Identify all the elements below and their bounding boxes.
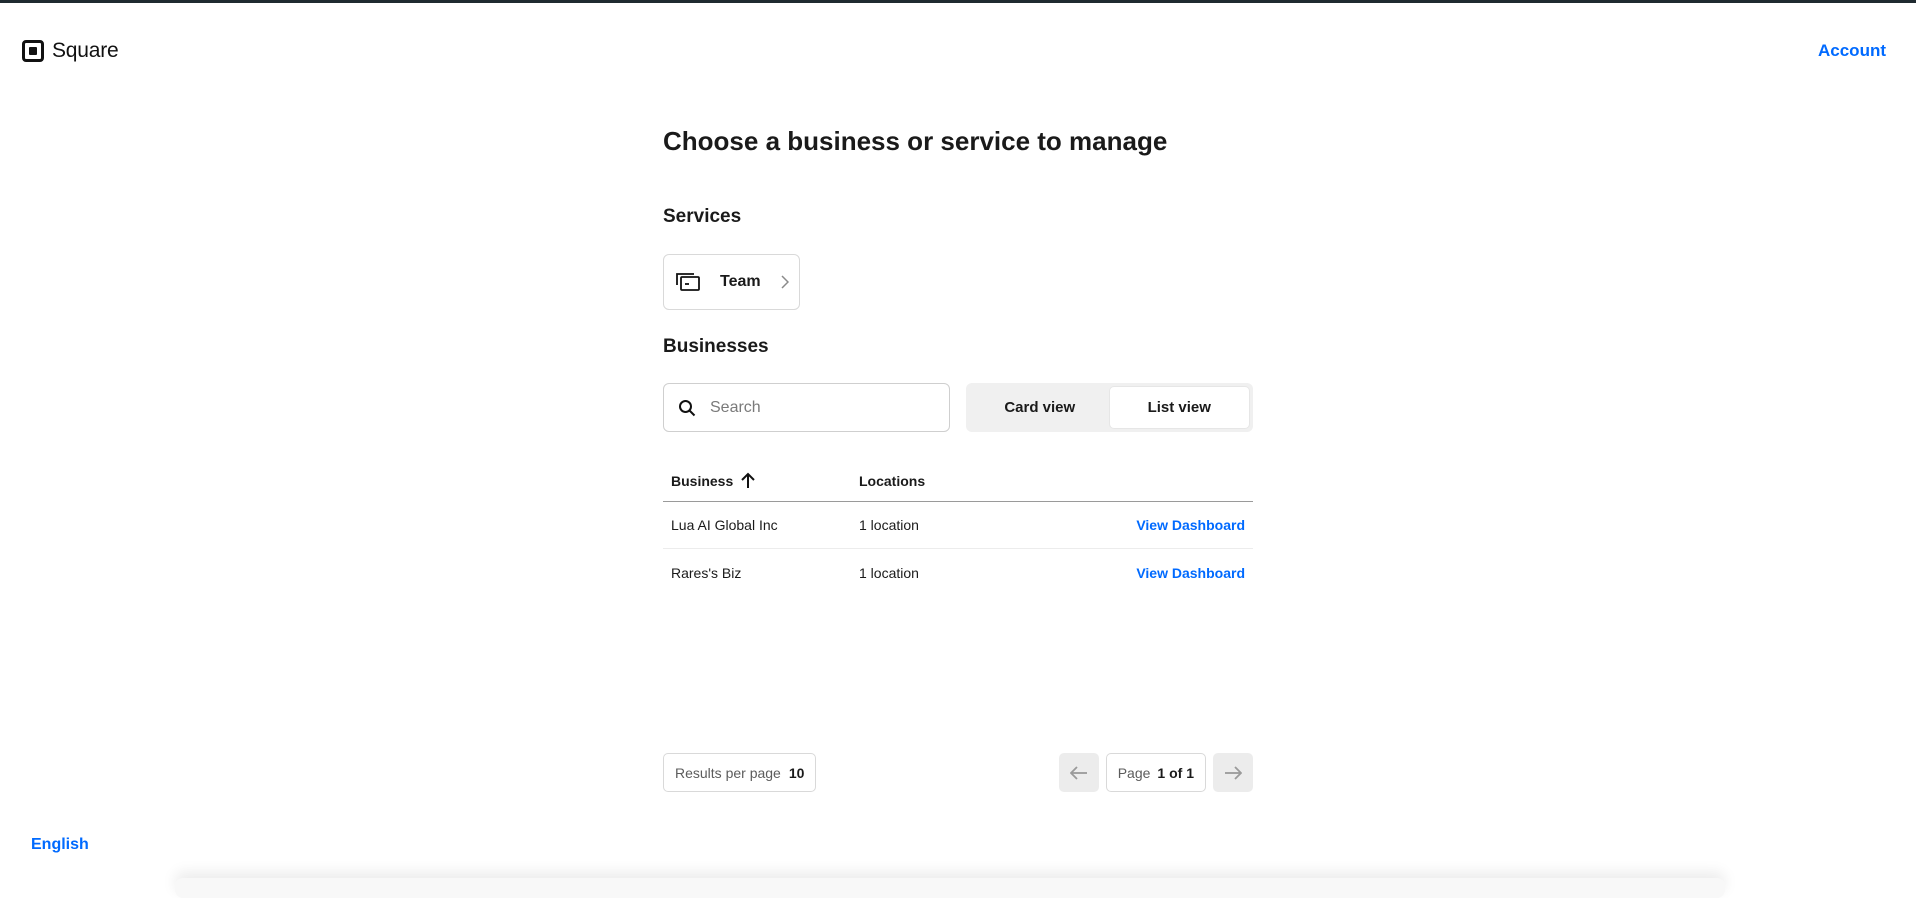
arrow-right-icon xyxy=(1225,765,1242,780)
business-name: Lua AI Global Inc xyxy=(671,517,778,533)
brand-name: Square xyxy=(52,39,119,62)
location-count: 1 location xyxy=(859,517,919,533)
search-input[interactable] xyxy=(710,398,930,417)
bottom-panel-edge xyxy=(175,878,1725,898)
search-box[interactable] xyxy=(663,383,950,432)
business-name: Rares's Biz xyxy=(671,564,742,581)
view-dashboard-link[interactable]: View Dashboard xyxy=(1136,565,1245,581)
next-page-button[interactable] xyxy=(1213,753,1253,792)
page-label: Page xyxy=(1117,764,1151,781)
table-header: Business Locations xyxy=(663,460,1253,502)
service-card-team[interactable]: Team xyxy=(663,254,800,310)
locations-column-header: Locations xyxy=(859,472,926,489)
account-link[interactable]: Account xyxy=(1818,41,1886,61)
results-per-page-value: 10 xyxy=(788,764,805,781)
results-per-page-label: Results per page xyxy=(675,764,781,781)
pagination: Page 1 of 1 xyxy=(1058,753,1253,792)
top-border xyxy=(0,0,1916,3)
square-logo[interactable]: Square xyxy=(22,39,119,63)
view-dashboard-link[interactable]: View Dashboard xyxy=(1136,517,1245,533)
chevron-right-icon xyxy=(781,275,789,289)
results-per-page-select[interactable]: Results per page 10 xyxy=(663,753,817,792)
square-logo-icon xyxy=(22,40,44,62)
page-title: Choose a business or service to manage xyxy=(663,126,1168,156)
arrow-left-icon xyxy=(1069,765,1087,780)
page-indicator[interactable]: Page 1 of 1 xyxy=(1105,753,1206,792)
team-icon xyxy=(676,273,700,291)
location-count: 1 location xyxy=(859,564,919,581)
service-card-label: Team xyxy=(720,273,761,290)
view-toggle: Card view List view xyxy=(966,383,1253,432)
services-heading: Services xyxy=(663,206,742,227)
businesses-heading: Businesses xyxy=(663,336,769,357)
table-row: Lua AI Global Inc 1 location View Dashbo… xyxy=(663,502,1253,549)
page-value: 1 of 1 xyxy=(1157,764,1194,781)
business-column-label: Business xyxy=(671,472,734,489)
card-view-option[interactable]: Card view xyxy=(970,387,1110,428)
list-view-option[interactable]: List view xyxy=(1109,387,1249,428)
table-row: Rares's Biz 1 location View Dashboard xyxy=(663,549,1253,596)
businesses-table: Business Locations Lua AI Global Inc 1 l… xyxy=(663,460,1253,596)
business-column-header[interactable]: Business xyxy=(663,472,859,489)
arrow-up-icon[interactable] xyxy=(740,472,756,489)
previous-page-button[interactable] xyxy=(1058,753,1099,792)
language-selector[interactable]: English xyxy=(31,836,89,854)
search-icon xyxy=(679,399,696,416)
